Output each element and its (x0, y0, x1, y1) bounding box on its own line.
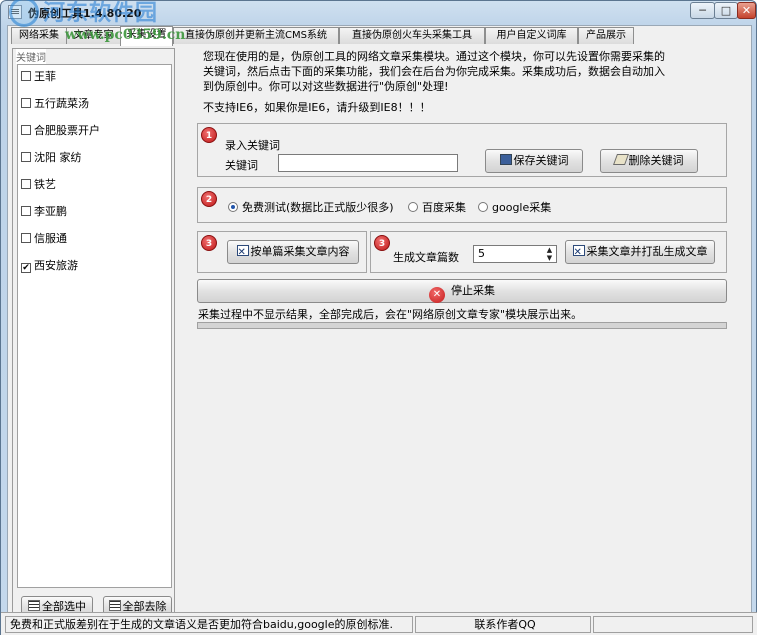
step-badge: 2 (201, 191, 217, 207)
keyword-item[interactable]: 王菲 (21, 69, 56, 85)
tab-article-expert[interactable]: 文章专家 (66, 27, 121, 44)
tab-strip: 网络采集 文章专家 采集设置 直接伪原创并更新主流CMS系统 直接伪原创火车头采… (8, 26, 751, 46)
keyword-label: 李亚鹏 (34, 205, 67, 218)
keyword-label: 合肥股票开户 (34, 124, 100, 137)
save-keyword-button[interactable]: 保存关键词 (485, 149, 583, 173)
stop-collect-label: 停止采集 (451, 284, 495, 297)
stop-icon: ✕ (429, 287, 445, 303)
radio-unselected[interactable] (408, 202, 418, 212)
keyword-item[interactable]: 五行蔬菜汤 (21, 96, 89, 112)
step3-batch-group: 3 生成文章篇数 5 ▲▼ 采集文章并打乱生成文章 (370, 231, 727, 273)
checkbox[interactable] (21, 98, 31, 108)
article-count-stepper[interactable]: 5 ▲ ▼ (473, 245, 557, 263)
free-test-label: 免费测试(数据比正式版少很多) (242, 201, 394, 214)
radio-unselected[interactable] (478, 202, 488, 212)
tab-custom-dictionary[interactable]: 用户自定义词库 (485, 27, 578, 44)
app-icon[interactable] (8, 5, 22, 19)
spinner-arrows-icon[interactable]: ▲ ▼ (544, 246, 555, 263)
collect-and-shuffle-button[interactable]: 采集文章并打乱生成文章 (565, 240, 715, 264)
info-line: 关键词，然后点击下面的采集功能，我们会在后台为你完成采集。采集成功后，数据会自动… (203, 65, 665, 78)
keyword-label: 西安旅游 (34, 259, 78, 272)
close-button[interactable]: ✕ (737, 2, 756, 19)
step-badge: 3 (374, 235, 390, 251)
checkbox[interactable] (21, 152, 31, 162)
checkbox[interactable] (21, 206, 31, 216)
keyword-item[interactable]: 铁艺 (21, 177, 56, 193)
tab-network-collect[interactable]: 网络采集 (11, 27, 67, 44)
status-bar: 免费和正式版差别在于生成的文章语义是否更加符合baidu,google的原创标准… (1, 612, 757, 635)
tab-locomotive-tool[interactable]: 直接伪原创火车头采集工具 (339, 27, 485, 44)
keyword-item[interactable]: 合肥股票开户 (21, 123, 100, 139)
eraser-icon (612, 154, 629, 165)
keyword-label: 铁艺 (34, 178, 56, 191)
checkbox-x-icon (572, 242, 585, 264)
collect-single-label: 按单篇采集文章内容 (250, 245, 350, 258)
checkbox[interactable] (21, 125, 31, 135)
status-extra (593, 616, 753, 633)
tab-product-showcase[interactable]: 产品展示 (578, 27, 634, 44)
keyword-item[interactable]: 信服通 (21, 231, 67, 247)
article-count-label: 生成文章篇数 (393, 251, 459, 264)
baidu-radio[interactable]: 百度采集 (408, 199, 466, 215)
keyword-item[interactable]: 沈阳 家纺 (21, 150, 82, 166)
keyword-group-label: 关键词 (16, 49, 46, 64)
select-all-icon (28, 600, 40, 611)
title-bar[interactable]: 伪原创工具1.4.80.20 ─ □ ✕ (1, 1, 756, 23)
window-title: 伪原创工具1.4.80.20 (28, 7, 142, 20)
status-contact[interactable]: 联系作者QQ (415, 616, 591, 633)
status-message: 免费和正式版差别在于生成的文章语义是否更加符合baidu,google的原创标准… (5, 616, 413, 633)
checkbox[interactable] (21, 71, 31, 81)
app-window: 伪原创工具1.4.80.20 ─ □ ✕ 网络采集 文章专家 采集设置 直接伪原… (0, 0, 757, 635)
ie6-warning: 不支持IE6，如果你是IE6，请升级到IE8！！！ (203, 101, 431, 114)
radio-selected[interactable] (228, 202, 238, 212)
step1-title: 录入关键词 (225, 139, 280, 152)
checkbox-x-icon (236, 242, 249, 264)
keyword-label: 信服通 (34, 232, 67, 245)
google-label: google采集 (492, 201, 552, 214)
free-test-radio[interactable]: 免费测试(数据比正式版少很多) (228, 199, 394, 215)
keyword-item[interactable]: 李亚鹏 (21, 204, 67, 220)
progress-bar (197, 322, 727, 329)
keyword-panel: 关键词 王菲 五行蔬菜汤 合肥股票开户 沈阳 家纺 铁艺 李亚鹏 信服通 ✔ 西安… (12, 48, 175, 618)
checkbox[interactable] (21, 233, 31, 243)
keyword-label: 王菲 (34, 70, 56, 83)
collect-single-article-button[interactable]: 按单篇采集文章内容 (227, 240, 359, 264)
save-icon (499, 154, 512, 165)
step3-single-group: 3 按单篇采集文章内容 (197, 231, 367, 273)
keyword-field-label: 关键词 (225, 159, 258, 172)
google-radio[interactable]: google采集 (478, 199, 551, 215)
stop-collect-button[interactable]: ✕ 停止采集 (197, 279, 727, 303)
step1-group: 1 录入关键词 关键词 保存关键词 删除关键词 (197, 123, 727, 177)
keyword-label: 五行蔬菜汤 (34, 97, 89, 110)
info-line: 您现在使用的是，伪原创工具的网络文章采集模块。通过这个模块，你可以先设置你需要采… (203, 50, 665, 63)
step2-group: 2 免费测试(数据比正式版少很多) 百度采集 google采集 (197, 187, 727, 223)
step-badge: 3 (201, 235, 217, 251)
minimize-button[interactable]: ─ (690, 2, 715, 19)
baidu-label: 百度采集 (422, 201, 466, 214)
keyword-list[interactable]: 王菲 五行蔬菜汤 合肥股票开户 沈阳 家纺 铁艺 李亚鹏 信服通 ✔ 西安旅游 (17, 64, 172, 588)
checkbox[interactable] (21, 179, 31, 189)
keyword-item[interactable]: ✔ 西安旅游 (21, 258, 78, 274)
save-keyword-label: 保存关键词 (513, 154, 569, 167)
clear-all-icon (108, 600, 121, 611)
delete-keyword-button[interactable]: 删除关键词 (600, 149, 698, 173)
info-line: 到伪原创中。你可以对这些数据进行"伪原创"处理! (203, 80, 449, 93)
collect-shuffle-label: 采集文章并打乱生成文章 (586, 245, 708, 258)
delete-keyword-label: 删除关键词 (628, 154, 684, 167)
checkbox-checked[interactable]: ✔ (21, 263, 31, 273)
maximize-button[interactable]: □ (714, 2, 738, 19)
module-description: 您现在使用的是，伪原创工具的网络文章采集模块。通过这个模块，你可以先设置你需要采… (203, 49, 683, 115)
keyword-input[interactable] (278, 154, 458, 172)
step-badge: 1 (201, 127, 217, 143)
tab-cms-update[interactable]: 直接伪原创并更新主流CMS系统 (173, 27, 339, 44)
tab-collect-settings[interactable]: 采集设置 (120, 26, 173, 46)
process-note: 采集过程中不显示结果，全部完成后，会在"网络原创文章专家"模块展示出来。 (198, 308, 583, 321)
article-count-value: 5 (478, 247, 485, 260)
keyword-label: 沈阳 家纺 (34, 151, 82, 164)
